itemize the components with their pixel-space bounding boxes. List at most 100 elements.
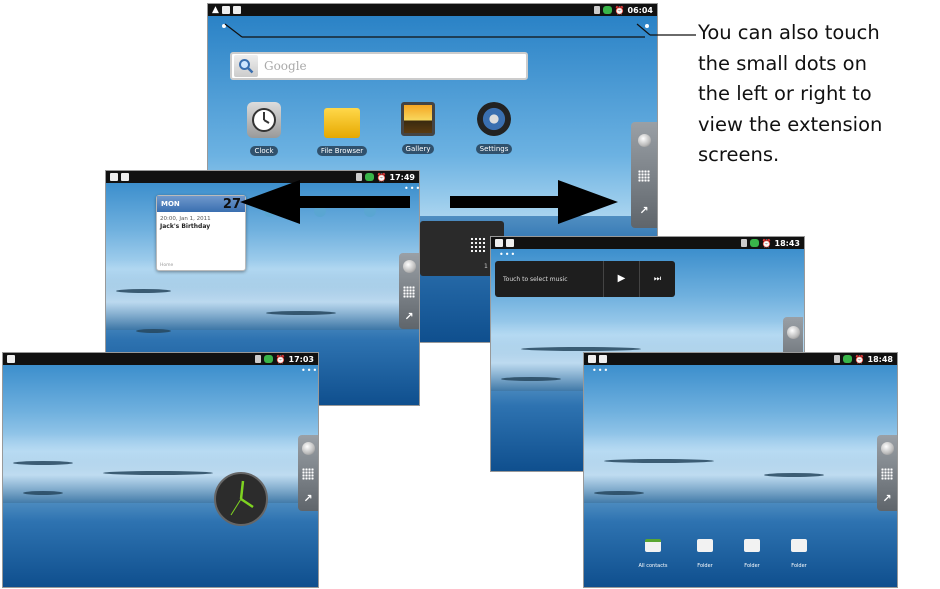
app-label: File Browser — [316, 146, 368, 156]
contacts-folder-icon — [645, 539, 661, 552]
status-time: 17:03 — [288, 354, 314, 364]
status-bar: ⏰ 18:48 — [584, 353, 897, 365]
battery-icon — [740, 239, 747, 247]
usb-icon — [110, 173, 118, 181]
sd-card-icon — [599, 355, 607, 363]
google-search-bar[interactable]: Google — [230, 52, 528, 80]
browser-icon[interactable]: ↗ — [404, 311, 413, 322]
alarm-icon: ⏰ — [275, 354, 286, 364]
sd-card-icon — [121, 173, 129, 181]
usb-icon — [221, 6, 230, 14]
launcher-sidebar[interactable]: ↗ — [298, 435, 318, 511]
alarm-icon: ⏰ — [854, 354, 865, 364]
folder-icon — [744, 539, 760, 552]
folder-label: Folder — [744, 563, 760, 569]
alarm-icon: ⏰ — [761, 238, 772, 248]
app-drawer-icon[interactable] — [403, 285, 415, 298]
launcher-sidebar[interactable]: ↗ — [631, 122, 657, 228]
app-label: Gallery — [401, 144, 435, 154]
folder-label: Folder — [791, 563, 807, 569]
music-prompt: Touch to select music — [503, 275, 568, 283]
extension-screen-far-right: ⏰ 18:48 ••• All contacts Folder Folder Fo… — [583, 352, 898, 588]
launcher-sidebar[interactable]: ↗ — [399, 253, 419, 329]
page-dots-left[interactable]: ••• — [499, 250, 516, 259]
phone-icon[interactable] — [786, 325, 800, 339]
next-icon[interactable]: ⏭ — [639, 261, 675, 297]
folder-item[interactable]: Folder — [737, 539, 767, 571]
app-settings[interactable]: Settings — [464, 102, 524, 155]
phone-icon[interactable] — [402, 259, 416, 273]
calendar-day: MON — [161, 200, 180, 208]
app-drawer-icon[interactable] — [881, 467, 893, 480]
status-time: 18:43 — [774, 238, 800, 248]
status-bar: ⏰ 17:03 — [3, 353, 318, 365]
browser-icon[interactable]: ↗ — [303, 493, 312, 504]
analog-clock-widget[interactable] — [213, 471, 269, 527]
sd-card-icon — [506, 239, 514, 247]
usb-icon — [495, 239, 503, 247]
status-bar: ▲ ⏰ 06:04 — [208, 4, 657, 16]
battery-icon — [593, 6, 600, 14]
folder-label: All contacts — [638, 563, 668, 569]
app-drawer-icon[interactable] — [302, 467, 314, 480]
extension-screen-far-left: ⏰17:03 •••• ↗ — [2, 352, 319, 588]
callout-text: You can also touch the small dots on the… — [698, 18, 938, 171]
event-title: Jack's Birthday — [160, 223, 211, 230]
callout-line: view the extension — [698, 112, 883, 136]
music-widget[interactable]: Touch to select music ▶ ⏭ — [495, 261, 675, 297]
calendar-date: 27 — [222, 196, 241, 212]
status-time: 18:48 — [867, 354, 893, 364]
sd-card-icon — [232, 6, 241, 14]
app-label: Clock — [250, 146, 278, 156]
event-time: 20:00, Jan 1, 2011 — [160, 216, 211, 222]
signal-icon — [602, 6, 612, 14]
grid-icon[interactable] — [470, 237, 486, 253]
folder-item[interactable]: Folder — [784, 539, 814, 571]
battery-icon — [254, 355, 261, 363]
callout-connector — [224, 23, 696, 38]
signal-icon — [263, 355, 273, 363]
search-icon[interactable] — [234, 55, 258, 77]
signal-icon — [749, 239, 759, 247]
battery-icon — [833, 355, 840, 363]
folder-icon — [697, 539, 713, 552]
app-gallery[interactable]: Gallery — [388, 102, 448, 155]
status-time: 06:04 — [627, 5, 653, 15]
alarm-icon: ⏰ — [614, 5, 625, 15]
app-label: Settings — [475, 144, 513, 154]
settings-icon — [477, 102, 511, 136]
page-dots-left[interactable]: ••• — [592, 366, 609, 375]
folder-all-contacts[interactable]: All contacts — [636, 539, 670, 571]
callout-line: You can also touch — [698, 21, 880, 44]
phone-icon[interactable] — [880, 441, 894, 455]
play-icon[interactable]: ▶ — [603, 261, 639, 297]
browser-icon[interactable]: ↗ — [639, 205, 648, 216]
app-file-browser[interactable]: File Browser — [312, 102, 372, 157]
status-bar: ⏰ 18:43 — [491, 237, 804, 249]
calendar-widget[interactable]: MON 27 20:00, Jan 1, 2011 Jack's Birthda… — [156, 195, 246, 271]
app-clock[interactable]: Clock — [234, 102, 294, 157]
callout-line: screens. — [698, 143, 780, 166]
search-input[interactable]: Google — [264, 59, 307, 73]
folder-item[interactable]: Folder — [690, 539, 720, 571]
folder-icon — [324, 108, 360, 138]
folder-label: Folder — [697, 563, 713, 569]
page-dots-right[interactable]: •••• — [301, 366, 318, 375]
phone-icon[interactable] — [637, 133, 651, 147]
usb-icon — [7, 355, 15, 363]
app-drawer-icon[interactable] — [638, 169, 650, 182]
warning-icon: ▲ — [212, 5, 219, 15]
phone-icon[interactable] — [301, 441, 315, 455]
usb-icon — [588, 355, 596, 363]
gallery-icon — [401, 102, 435, 136]
swipe-arrows — [240, 180, 618, 224]
browser-icon[interactable]: ↗ — [882, 493, 891, 504]
calendar-footer: Home — [160, 263, 174, 268]
folder-row: All contacts Folder Folder Folder — [636, 539, 816, 569]
callout-line: the small dots on — [698, 51, 867, 75]
launcher-sidebar[interactable]: ↗ — [877, 435, 897, 511]
callout-line: the left or right to — [698, 82, 872, 105]
arrow-right-icon — [450, 180, 618, 224]
clock-icon — [247, 102, 281, 138]
arrow-left-icon — [240, 180, 410, 224]
